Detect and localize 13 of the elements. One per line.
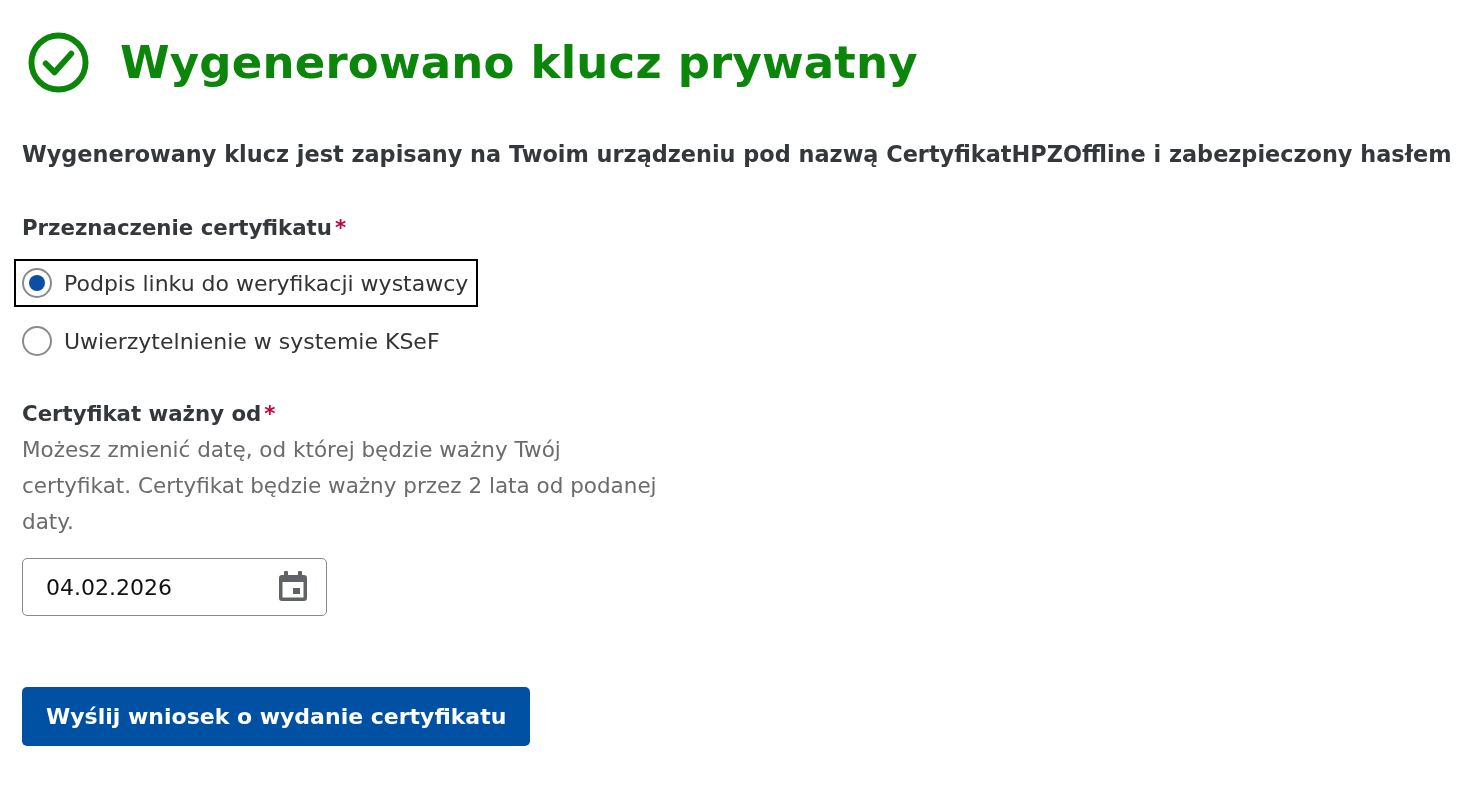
submit-button[interactable]: Wyślij wniosek o wydanie certyfikatu xyxy=(22,687,531,746)
radio-option[interactable]: Podpis linku do weryfikacji wystawcy xyxy=(14,259,479,307)
hint-text: Możesz zmienić datę, od której będzie ważny Twój certyfikat. Certyfikat będzie ważny przez 2 lata od podanej daty. xyxy=(22,436,658,536)
radio-button[interactable] xyxy=(22,326,52,356)
check-circle-icon xyxy=(28,32,89,93)
calendar-icon[interactable] xyxy=(279,571,307,601)
field-label: Certyfikat ważny od* xyxy=(22,401,276,426)
date-input[interactable]: 04.02.2026 xyxy=(22,558,327,616)
field-label: Przeznaczenie certyfikatu* xyxy=(22,215,347,240)
description-text: Wygenerowany klucz jest zapisany na Twoim urządzeniu pod nazwą CertyfikatHPZOffline i zabezpieczony hasłem xyxy=(22,141,1452,167)
radio-option[interactable]: Uwierzytelnienie w systemie KSeF xyxy=(14,317,450,365)
radio-button[interactable] xyxy=(22,268,52,298)
page-title: Wygenerowano klucz prywatny xyxy=(120,36,918,89)
